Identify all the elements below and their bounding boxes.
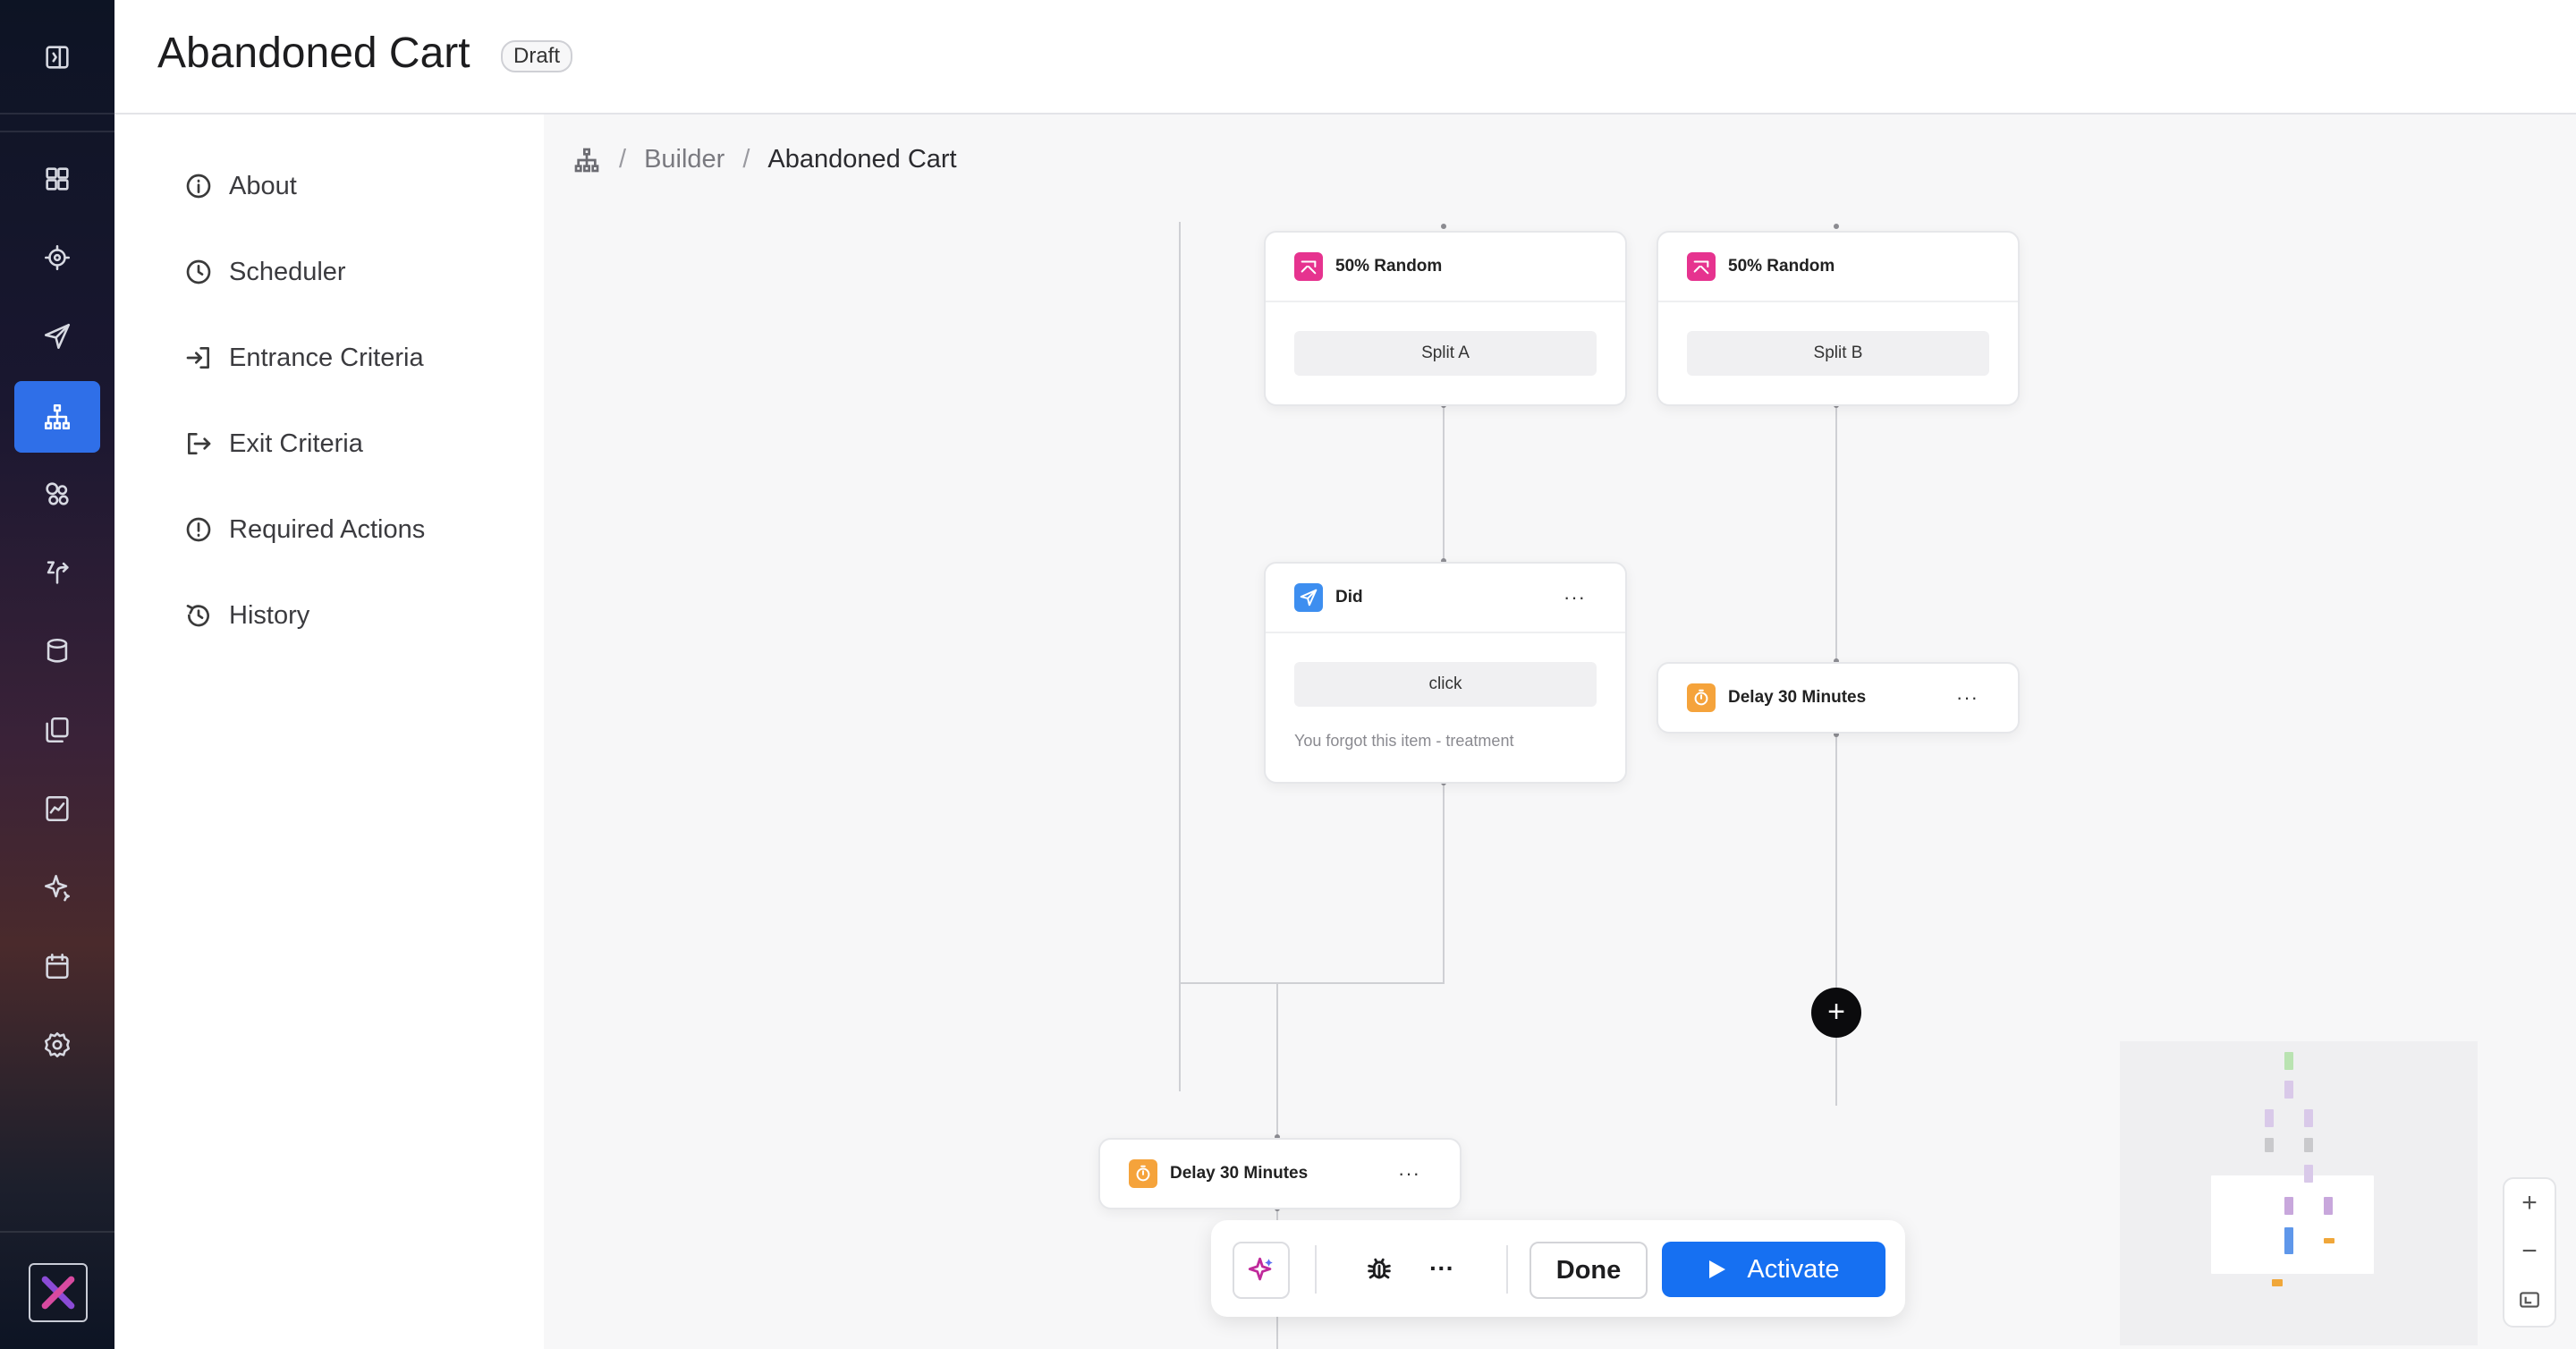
calendar-icon[interactable]	[14, 930, 100, 1002]
node-title: 50% Random	[1728, 257, 1835, 276]
split-label: Split A	[1294, 331, 1597, 376]
activate-button[interactable]: Activate	[1662, 1242, 1885, 1297]
port	[1441, 224, 1446, 229]
ai-assistant-button[interactable]	[1233, 1242, 1290, 1299]
app-nav-rail	[0, 0, 114, 1349]
journey-builder-icon[interactable]	[14, 381, 100, 453]
zoom-in-button[interactable]: +	[2504, 1179, 2555, 1227]
menu-item-about[interactable]: About	[184, 161, 297, 211]
bug-icon[interactable]	[1358, 1245, 1401, 1292]
connector	[1179, 222, 1181, 1091]
node-more-button[interactable]: ···	[1563, 586, 1586, 609]
info-icon	[186, 174, 211, 199]
connector	[1835, 732, 1837, 1106]
more-options-button[interactable]: ···	[1420, 1245, 1463, 1292]
menu-item-label: Scheduler	[229, 257, 346, 286]
templates-icon[interactable]	[14, 694, 100, 766]
settings-icon[interactable]	[14, 1009, 100, 1081]
random-split-icon	[1294, 252, 1323, 281]
send-icon[interactable]	[14, 301, 100, 372]
split-label: Split B	[1687, 331, 1989, 376]
breadcrumb-separator: /	[619, 145, 627, 174]
random-split-icon	[1687, 252, 1716, 281]
exit-icon	[188, 433, 211, 454]
node-more-button[interactable]: ···	[1956, 686, 1979, 709]
canvas-toolbar: ··· Done Activate	[1211, 1220, 1905, 1317]
add-step-button[interactable]: +	[1811, 988, 1861, 1038]
page-header: Abandoned Cart Draft	[114, 0, 2576, 115]
triggers-icon[interactable]	[14, 537, 100, 608]
menu-item-label: Required Actions	[229, 514, 426, 544]
activate-label: Activate	[1747, 1254, 1840, 1284]
minimap[interactable]	[2120, 1041, 2478, 1345]
menu-item-label: Exit Criteria	[229, 428, 363, 458]
node-subtitle: You forgot this item - treatment	[1294, 732, 1514, 750]
breadcrumb-separator: /	[742, 145, 750, 174]
brand-logo[interactable]	[29, 1263, 88, 1322]
node-title: Did	[1335, 588, 1363, 607]
enter-icon	[186, 347, 209, 369]
dashboard-icon[interactable]	[14, 143, 100, 215]
page-title: Abandoned Cart	[157, 30, 470, 77]
menu-item-scheduler[interactable]: Scheduler	[184, 247, 346, 297]
menu-item-label: Entrance Criteria	[229, 343, 424, 372]
menu-item-history[interactable]: History	[184, 590, 309, 641]
connector	[1179, 982, 1444, 984]
split-node-b[interactable]: 50% Random Split B	[1657, 231, 2020, 406]
toggle-panel-icon[interactable]	[14, 21, 100, 93]
fit-view-icon[interactable]	[2504, 1276, 2555, 1324]
menu-item-label: History	[229, 600, 310, 630]
history-icon	[186, 605, 209, 627]
sitemap-icon[interactable]	[572, 146, 601, 174]
split-node-a[interactable]: 50% Random Split A	[1264, 231, 1627, 406]
done-button[interactable]: Done	[1530, 1242, 1648, 1299]
menu-item-required-actions[interactable]: Required Actions	[184, 505, 425, 555]
alert-icon	[186, 517, 211, 542]
breadcrumb-current: Abandoned Cart	[767, 145, 957, 174]
database-icon[interactable]	[14, 615, 100, 687]
breadcrumb: / Builder / Abandoned Cart	[572, 145, 957, 174]
clock-icon	[186, 259, 211, 284]
breadcrumb-builder[interactable]: Builder	[644, 145, 724, 174]
ai-sparkle-icon[interactable]	[14, 852, 100, 923]
zoom-out-button[interactable]: −	[2504, 1227, 2555, 1276]
menu-item-entrance-criteria[interactable]: Entrance Criteria	[184, 333, 424, 383]
event-value: click	[1294, 662, 1597, 707]
node-title: Delay 30 Minutes	[1728, 688, 1867, 707]
node-title: 50% Random	[1335, 257, 1443, 276]
status-badge: Draft	[501, 40, 573, 72]
node-title: Delay 30 Minutes	[1170, 1164, 1309, 1183]
delay-node-b[interactable]: Delay 30 Minutes ···	[1657, 662, 2020, 734]
target-icon[interactable]	[14, 222, 100, 293]
send-icon	[1294, 583, 1323, 612]
play-icon	[1709, 1260, 1726, 1278]
timer-icon	[1129, 1159, 1157, 1188]
menu-item-label: About	[229, 171, 297, 200]
timer-icon	[1687, 683, 1716, 712]
menu-item-exit-criteria[interactable]: Exit Criteria	[184, 419, 363, 469]
journey-canvas[interactable]: / Builder / Abandoned Cart 50% Random Sp…	[544, 115, 2576, 1349]
sparkle-icon	[1248, 1257, 1273, 1281]
journey-settings-menu: About Scheduler Entrance Criteria Exit C…	[114, 115, 544, 1349]
delay-node-main[interactable]: Delay 30 Minutes ···	[1098, 1138, 1462, 1209]
segments-icon[interactable]	[14, 458, 100, 530]
port	[1834, 224, 1839, 229]
node-more-button[interactable]: ···	[1398, 1162, 1420, 1185]
zoom-controls: + −	[2503, 1177, 2556, 1328]
analytics-icon[interactable]	[14, 773, 100, 844]
did-node[interactable]: Did ··· click You forgot this item - tre…	[1264, 562, 1627, 784]
